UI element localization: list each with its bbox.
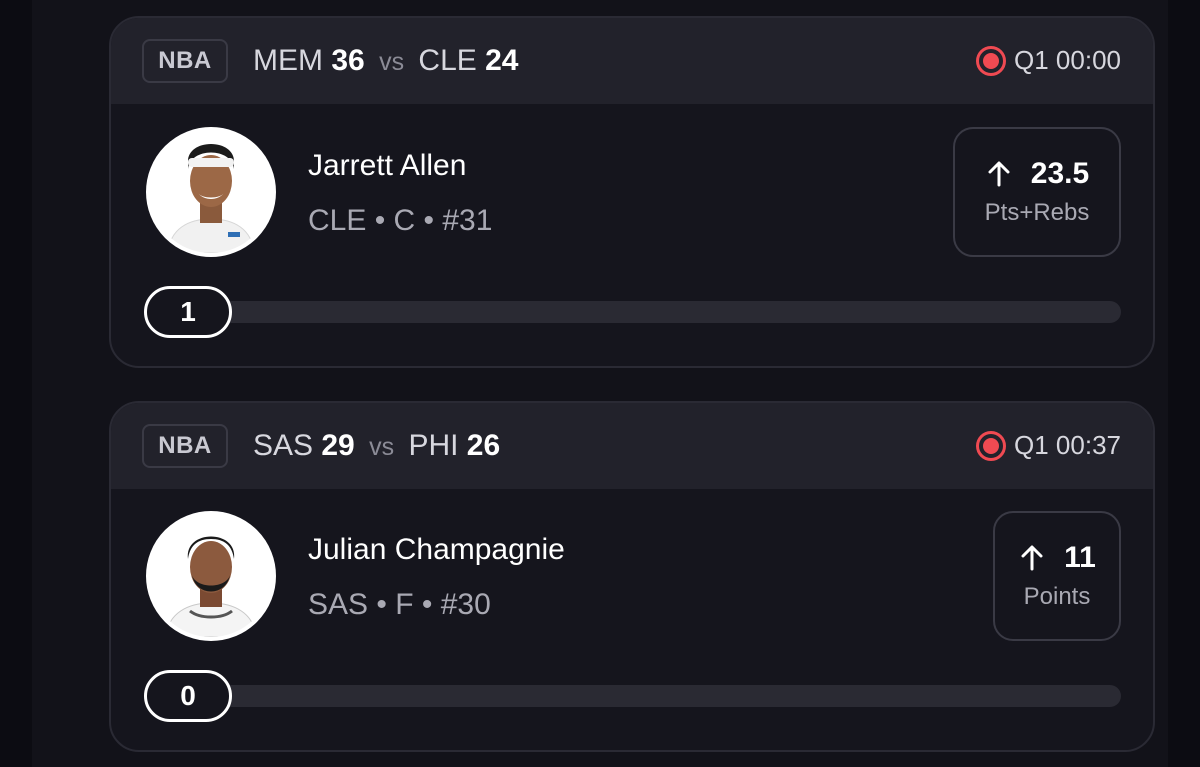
player-details: SAS • F • #30 <box>308 588 491 621</box>
matchup: MEM 36 vs CLE 24 <box>253 44 518 78</box>
vs-label: vs <box>369 433 395 461</box>
pick-card[interactable]: NBA SAS 29 vs PHI 26 Q1 00:37 Julian Cha… <box>109 401 1155 752</box>
prop-line-value: 23.5 <box>1030 157 1090 190</box>
league-badge: NBA <box>142 39 228 83</box>
progress-track <box>181 301 1121 323</box>
away-team: MEM <box>253 44 323 77</box>
game-header: NBA SAS 29 vs PHI 26 Q1 00:37 <box>111 403 1153 489</box>
matchup: SAS 29 vs PHI 26 <box>253 429 500 463</box>
game-clock: Q1 00:37 <box>976 430 1121 461</box>
prop-line-box[interactable]: 11 Points <box>993 511 1121 641</box>
progress-track <box>181 685 1121 707</box>
player-name: Jarrett Allen <box>308 149 467 182</box>
away-team: SAS <box>253 429 314 462</box>
player-avatar <box>146 127 276 257</box>
player-details: CLE • C • #31 <box>308 204 493 237</box>
prop-line-value: 11 <box>1064 541 1096 574</box>
game-clock-text: Q1 00:37 <box>1014 430 1121 460</box>
vs-label: vs <box>379 48 405 76</box>
arrow-up-icon <box>988 161 1010 187</box>
prop-line-box[interactable]: 23.5 Pts+Rebs <box>953 127 1121 257</box>
game-clock-text: Q1 00:00 <box>1014 45 1121 75</box>
progress-current-value: 1 <box>144 286 232 338</box>
pick-card[interactable]: NBA MEM 36 vs CLE 24 Q1 00:00 Jarrett Al… <box>109 16 1155 368</box>
live-icon <box>976 45 1007 76</box>
prop-stat-type: Points <box>1023 583 1091 610</box>
game-clock: Q1 00:00 <box>976 45 1121 76</box>
away-score: 36 <box>331 44 365 77</box>
prop-stat-type: Pts+Rebs <box>984 199 1090 226</box>
arrow-up-icon <box>1021 545 1043 571</box>
home-score: 24 <box>485 44 519 77</box>
pick-list: NBA MEM 36 vs CLE 24 Q1 00:00 Jarrett Al… <box>32 0 1168 767</box>
home-team: PHI <box>408 429 459 462</box>
player-avatar <box>146 511 276 641</box>
away-score: 29 <box>321 429 355 462</box>
league-badge: NBA <box>142 424 228 468</box>
game-header: NBA MEM 36 vs CLE 24 Q1 00:00 <box>111 18 1153 104</box>
player-name: Julian Champagnie <box>308 533 565 566</box>
home-team: CLE <box>418 44 477 77</box>
progress-current-value: 0 <box>144 670 232 722</box>
home-score: 26 <box>466 429 501 462</box>
live-icon <box>976 430 1007 461</box>
